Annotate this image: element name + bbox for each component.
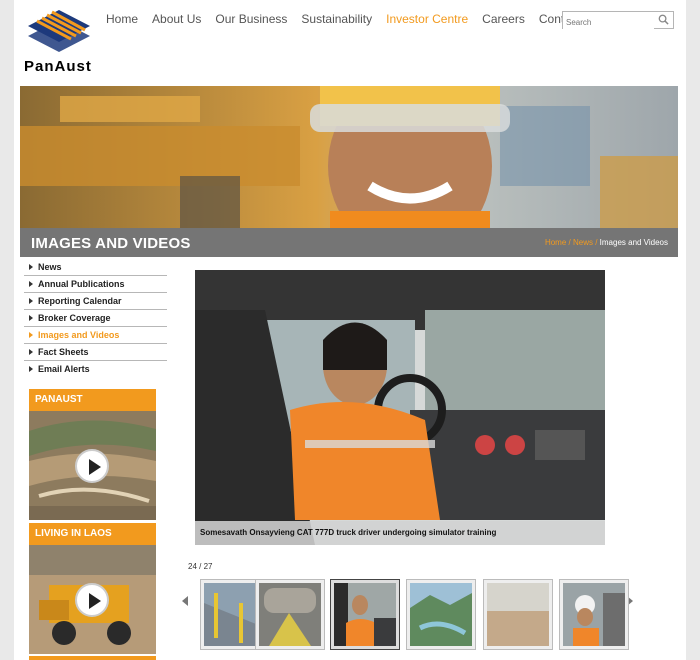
- logo-mark-icon: [28, 10, 90, 52]
- page: PanAust Home About Us Our Business Susta…: [14, 0, 686, 660]
- video-thumbnail[interactable]: [29, 545, 156, 654]
- hero-banner: [20, 86, 678, 228]
- sidebar-item-label: Reporting Calendar: [38, 296, 122, 306]
- gallery-thumbnail[interactable]: [483, 579, 553, 650]
- breadcrumb-separator: /: [566, 238, 573, 247]
- river-valley-thumbnail-image: [410, 583, 472, 646]
- nav-sustainability[interactable]: Sustainability: [301, 12, 372, 26]
- page-title-bar: IMAGES AND VIDEOS Home / News / Images a…: [20, 228, 678, 257]
- sidebar-item-label: Email Alerts: [38, 364, 90, 374]
- main-nav: Home About Us Our Business Sustainabilit…: [106, 12, 612, 26]
- video-title: LIVING IN LAOS: [29, 523, 156, 545]
- sidebar-item-label: Images and Videos: [38, 330, 120, 340]
- nav-about-us[interactable]: About Us: [152, 12, 201, 26]
- image-caption: Somesavath Onsayvieng CAT 777D truck dri…: [195, 521, 605, 545]
- search-box: [562, 11, 674, 30]
- arrow-right-icon: [29, 366, 33, 372]
- play-icon[interactable]: [75, 583, 109, 617]
- sidebar-item-email-alerts[interactable]: Email Alerts: [24, 361, 167, 377]
- arrow-right-icon: [29, 281, 33, 287]
- hardhat-worker-thumbnail-image: [563, 583, 625, 646]
- page-title: IMAGES AND VIDEOS: [31, 235, 191, 252]
- sidebar-item-annual-publications[interactable]: Annual Publications: [24, 276, 167, 293]
- gallery-thumbnail[interactable]: [255, 579, 325, 650]
- sidebar-nav: News Annual Publications Reporting Calen…: [24, 259, 167, 377]
- conveyor-plant-thumbnail-image: [259, 583, 321, 646]
- gallery-main-image[interactable]: Somesavath Onsayvieng CAT 777D truck dri…: [195, 270, 605, 545]
- video-thumbnail[interactable]: [29, 411, 156, 520]
- hero-worker-image: [20, 86, 678, 228]
- simulator-driver-thumbnail-image: [334, 583, 396, 646]
- sidebar-item-label: News: [38, 262, 62, 272]
- sidebar-item-label: Broker Coverage: [38, 313, 111, 323]
- arrow-right-icon: [29, 349, 33, 355]
- breadcrumb-home[interactable]: Home: [545, 238, 566, 247]
- logo-text: PanAust: [24, 58, 92, 75]
- nav-careers[interactable]: Careers: [482, 12, 525, 26]
- search-input[interactable]: [563, 14, 654, 30]
- arrow-right-icon: [29, 315, 33, 321]
- sidebar-item-images-and-videos[interactable]: Images and Videos: [24, 327, 167, 344]
- sidebar-item-news[interactable]: News: [24, 259, 167, 276]
- sidebar-item-reporting-calendar[interactable]: Reporting Calendar: [24, 293, 167, 310]
- sidebar-item-label: Fact Sheets: [38, 347, 89, 357]
- arrow-right-icon: [29, 298, 33, 304]
- video-title: PANAUST: [29, 389, 156, 411]
- nav-home[interactable]: Home: [106, 12, 138, 26]
- sidebar-item-label: Annual Publications: [38, 279, 125, 289]
- video-living-in-laos[interactable]: LIVING IN LAOS: [29, 523, 156, 654]
- sidebar-item-broker-coverage[interactable]: Broker Coverage: [24, 310, 167, 327]
- breadcrumb-news[interactable]: News: [573, 238, 593, 247]
- simulator-driver-image: [195, 270, 605, 545]
- video-box-edge: [29, 656, 156, 660]
- search-icon[interactable]: [658, 14, 669, 25]
- video-panaust[interactable]: PANAUST: [29, 389, 156, 520]
- play-icon[interactable]: [75, 449, 109, 483]
- gallery-counter: 24 / 27: [188, 562, 213, 571]
- breadcrumb-current: Images and Videos: [599, 238, 668, 247]
- nav-investor-centre[interactable]: Investor Centre: [386, 12, 468, 26]
- open-plain-thumbnail-image: [487, 583, 549, 646]
- arrow-right-icon: [29, 332, 33, 338]
- arrow-right-icon: [29, 264, 33, 270]
- nav-our-business[interactable]: Our Business: [215, 12, 287, 26]
- breadcrumb: Home / News / Images and Videos: [545, 238, 668, 247]
- breadcrumb-separator: /: [592, 238, 600, 247]
- carousel-prev-icon[interactable]: [182, 596, 188, 606]
- gallery-thumbnail[interactable]: [559, 579, 629, 650]
- gallery-thumbnail-active[interactable]: [330, 579, 400, 650]
- gallery-thumbnail[interactable]: [406, 579, 476, 650]
- sidebar-item-fact-sheets[interactable]: Fact Sheets: [24, 344, 167, 361]
